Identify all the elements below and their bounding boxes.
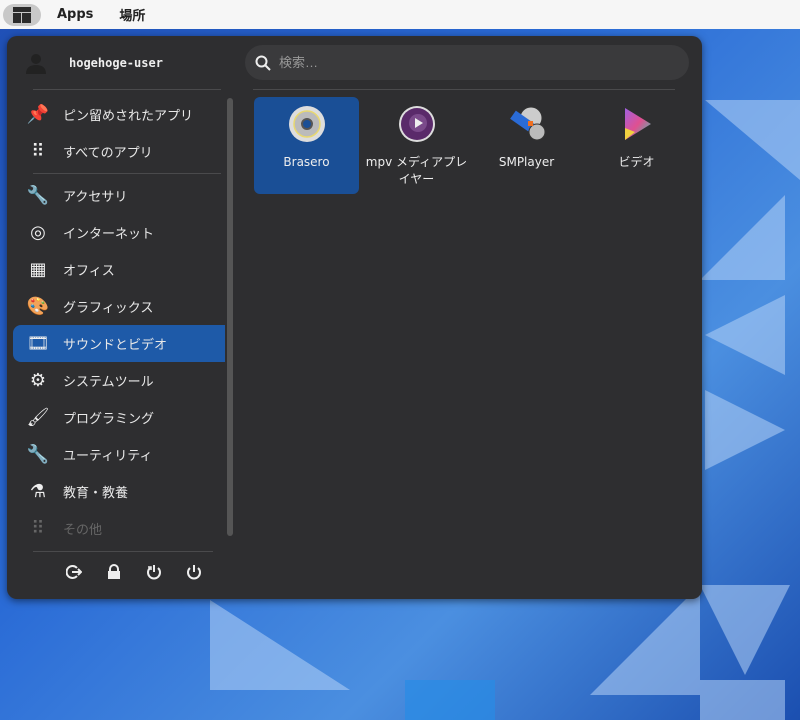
category-graphics[interactable]: 🎨 グラフィックス [13, 288, 225, 325]
apps-menu[interactable]: Apps [57, 7, 93, 22]
grid-icon: ⠿ [31, 141, 45, 162]
application-menu: hogehoge-user 📌ピン留めされたアプリ ⠿すべてのアプリ 🔧アクセサ… [7, 36, 702, 599]
user-name: hogehoge-user [69, 56, 163, 70]
flask-icon: ⚗ [29, 481, 47, 502]
user-button[interactable]: hogehoge-user [25, 52, 163, 74]
divider [33, 551, 213, 552]
category-pinned[interactable]: 📌 ピン留めされたアプリ [13, 96, 225, 133]
category-office[interactable]: ▦ オフィス [13, 251, 225, 288]
lock-icon [108, 564, 120, 579]
film-music-icon: 🎞 [26, 333, 50, 354]
scrollbar[interactable] [227, 98, 233, 536]
app-mpv[interactable]: mpv メディアプレイヤー [364, 97, 469, 194]
office-icon: ▦ [29, 259, 47, 280]
search-box[interactable] [245, 45, 689, 80]
top-bar: Apps 場所 [0, 0, 800, 29]
avatar-icon [26, 54, 46, 74]
grid-icon: ⠿ [31, 518, 45, 539]
category-internet[interactable]: ◎ インターネット [13, 214, 225, 251]
brasero-disc-icon [288, 106, 325, 142]
divider [253, 89, 675, 90]
app-brasero[interactable]: Brasero [254, 97, 359, 194]
session-buttons [54, 564, 214, 580]
category-all-apps[interactable]: ⠿ すべてのアプリ [13, 133, 225, 170]
globe-icon: ◎ [30, 222, 46, 243]
places-menu[interactable]: 場所 [119, 5, 145, 24]
category-accessories[interactable]: 🔧 アクセサリ [13, 177, 225, 214]
search-input[interactable] [279, 55, 659, 70]
window-layout-icon [13, 6, 31, 23]
smplayer-icon [509, 106, 545, 141]
app-smplayer[interactable]: SMPlayer [474, 97, 579, 194]
logout-icon [66, 565, 82, 579]
app-videos[interactable]: ビデオ [584, 97, 689, 194]
gear-icon: ⚙ [29, 370, 47, 391]
accessories-icon: 🔧 [26, 185, 50, 206]
lock-button[interactable] [94, 564, 134, 580]
pin-icon: 📌 [26, 104, 50, 125]
logout-button[interactable] [54, 564, 94, 580]
search-icon [255, 55, 271, 71]
divider [33, 173, 221, 174]
power-off-button[interactable] [174, 564, 214, 580]
mpv-icon [398, 106, 435, 142]
activities-button[interactable] [3, 3, 41, 26]
restart-button[interactable] [134, 564, 174, 580]
videos-play-icon [624, 108, 651, 140]
restart-icon [147, 565, 161, 580]
power-icon [187, 565, 201, 580]
app-grid: Brasero mpv メディアプレイヤー SMPlayer ビデオ [254, 97, 694, 194]
category-sound-video[interactable]: 🎞 サウンドとビデオ [13, 325, 225, 362]
category-education[interactable]: ⚗ 教育・教養 [13, 473, 225, 510]
palette-icon: 🎨 [26, 296, 50, 317]
category-utilities[interactable]: 🔧 ユーティリティ [13, 436, 225, 473]
divider [33, 89, 221, 90]
brush-icon: 🖌 [26, 407, 50, 428]
utilities-icon: 🔧 [26, 444, 50, 465]
category-system-tools[interactable]: ⚙ システムツール [13, 362, 225, 399]
category-other[interactable]: ⠿ その他 [13, 510, 225, 547]
category-programming[interactable]: 🖌 プログラミング [13, 399, 225, 436]
category-list: 📌 ピン留めされたアプリ ⠿ すべてのアプリ 🔧 アクセサリ ◎ インターネット ▦ オフ… [13, 96, 225, 547]
